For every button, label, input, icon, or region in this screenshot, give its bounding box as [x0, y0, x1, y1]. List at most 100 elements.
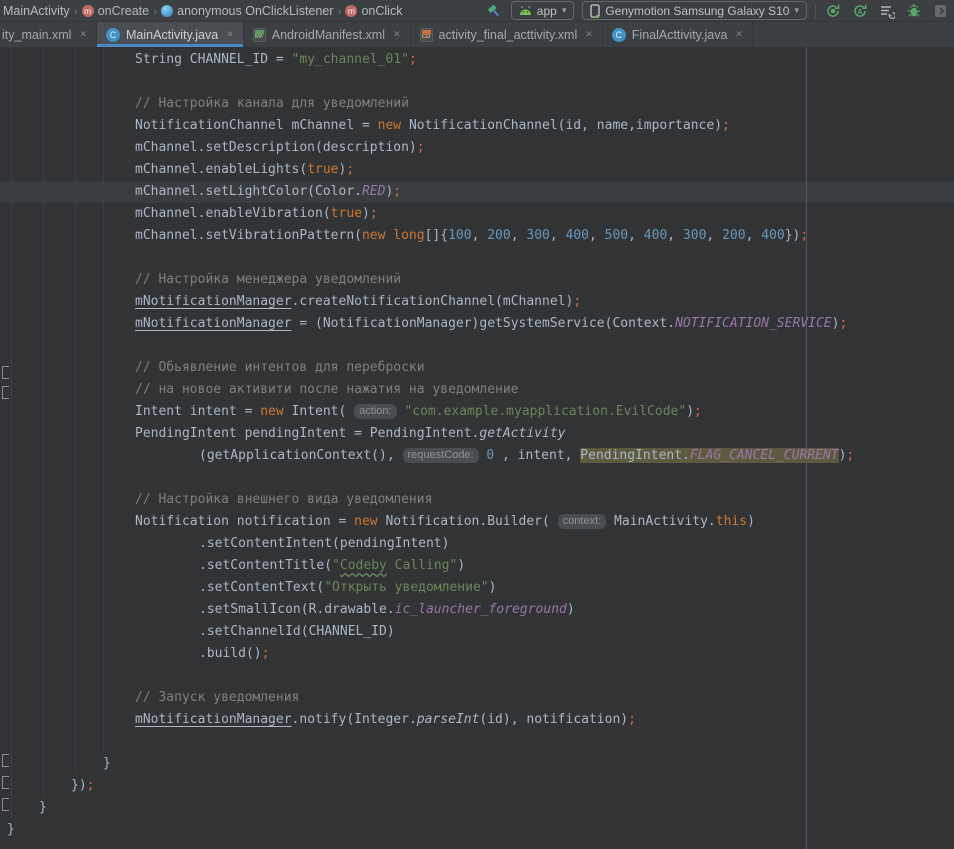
- device-selector[interactable]: Genymotion Samsung Galaxy S10 ▾: [582, 1, 807, 20]
- code-line[interactable]: // Настройка менеджера уведомлений: [135, 269, 401, 291]
- run-configuration-label: app: [537, 4, 557, 18]
- debug-button[interactable]: [905, 2, 923, 20]
- code-line[interactable]: (getApplicationContext(), requestCode: 0…: [199, 445, 854, 467]
- code-line[interactable]: mChannel.setDescription(description);: [135, 137, 425, 159]
- code-line[interactable]: // Обьявление интентов для переброски: [135, 357, 425, 379]
- close-icon[interactable]: ✕: [79, 29, 87, 40]
- code-line[interactable]: });: [71, 775, 94, 797]
- code-token: "Открыть уведомление": [324, 580, 488, 595]
- breadcrumb-label: anonymous OnClickListener: [177, 4, 333, 18]
- code-line[interactable]: // Запуск уведомления: [135, 687, 299, 709]
- indent-guide: [11, 47, 12, 819]
- close-icon[interactable]: ✕: [226, 29, 234, 40]
- java-class-icon: C: [612, 28, 626, 42]
- fold-marker-icon[interactable]: [2, 386, 9, 399]
- device-label: Genymotion Samsung Galaxy S10: [605, 4, 789, 18]
- close-icon[interactable]: ✕: [585, 29, 593, 40]
- code-line[interactable]: }: [39, 797, 47, 819]
- code-token: MainActivity.: [606, 514, 716, 529]
- tab-label: activity_final_acttivity.xml: [439, 28, 578, 42]
- code-token: ;: [370, 206, 378, 221]
- code-line[interactable]: .setContentText("Открыть уведомление"): [199, 577, 496, 599]
- code-token: true: [331, 206, 362, 221]
- code-token: // Настройка менеджера уведомлений: [135, 272, 401, 287]
- svg-text:A: A: [857, 7, 863, 16]
- parameter-hint: requestCode:: [403, 448, 479, 463]
- code-token: ;: [87, 778, 95, 793]
- code-token: .setSmallIcon(R.drawable.: [199, 602, 395, 617]
- apply-changes-button[interactable]: [824, 2, 842, 20]
- code-token: ": [332, 558, 340, 573]
- code-line[interactable]: .setSmallIcon(R.drawable.ic_launcher_for…: [199, 599, 575, 621]
- code-line[interactable]: // Настройка канала для уведомлений: [135, 93, 409, 115]
- code-line[interactable]: }: [7, 819, 15, 841]
- tab-androidmanifest-xml[interactable]: MF AndroidManifest.xml ✕: [244, 22, 411, 47]
- code-token: "com.example.myapplication.EvilCode": [404, 404, 686, 419]
- code-line[interactable]: NotificationChannel mChannel = new Notif…: [135, 115, 730, 137]
- layout-inspector-icon[interactable]: [878, 2, 896, 20]
- tab-finalacttivity-java[interactable]: C FinalActtivity.java ✕: [603, 22, 753, 47]
- code-token: new: [354, 514, 377, 529]
- tab-activity-main-xml[interactable]: ity_main.xml ✕: [0, 22, 97, 47]
- code-token: ;: [346, 162, 354, 177]
- code-line[interactable]: mChannel.setVibrationPattern(new long[]{…: [135, 225, 808, 247]
- code-line[interactable]: .setContentIntent(pendingIntent): [199, 533, 449, 555]
- code-line[interactable]: mNotificationManager.createNotificationC…: [135, 291, 581, 313]
- fold-marker-icon[interactable]: [2, 366, 9, 379]
- code-token: ;: [694, 404, 702, 419]
- fold-marker-icon[interactable]: [2, 754, 9, 767]
- code-token: ;: [839, 316, 847, 331]
- build-hammer-icon[interactable]: [485, 2, 503, 20]
- code-token: NotificationChannel mChannel =: [135, 118, 378, 133]
- run-configuration-selector[interactable]: app ▾: [511, 1, 575, 20]
- code-token: ): [362, 206, 370, 221]
- code-token: ;: [262, 646, 270, 661]
- code-line[interactable]: mChannel.setLightColor(Color.RED);: [135, 181, 401, 203]
- code-token: 400: [566, 228, 589, 243]
- code-editor[interactable]: String CHANNEL_ID = "my_channel_01"; // Н…: [0, 47, 954, 849]
- breadcrumb-class[interactable]: MainActivity: [3, 4, 70, 18]
- close-icon[interactable]: ✕: [735, 29, 743, 40]
- code-line[interactable]: PendingIntent pendingIntent = PendingInt…: [135, 423, 565, 445]
- code-token: // Настройка канала для уведомлений: [135, 96, 409, 111]
- code-line[interactable]: mNotificationManager = (NotificationMana…: [135, 313, 847, 335]
- tab-activity-final-acttivity-xml[interactable]: CD activity_final_acttivity.xml ✕: [411, 22, 603, 47]
- code-line[interactable]: mChannel.enableVibration(true);: [135, 203, 378, 225]
- tab-mainactivity-java[interactable]: C MainActivity.java ✕: [97, 22, 244, 47]
- breadcrumb-anonymous-class[interactable]: anonymous OnClickListener: [161, 4, 333, 18]
- code-line[interactable]: .build();: [199, 643, 269, 665]
- code-token: mChannel.setVibrationPattern(: [135, 228, 362, 243]
- code-token: ;: [417, 140, 425, 155]
- code-token: ): [457, 558, 465, 573]
- anonymous-class-icon: [161, 5, 173, 17]
- code-token: .setContentIntent(pendingIntent): [199, 536, 449, 551]
- code-line[interactable]: .setChannelId(CHANNEL_ID): [199, 621, 395, 643]
- code-token: ): [747, 514, 755, 529]
- code-token: mNotificationManager: [135, 712, 292, 727]
- fold-marker-icon[interactable]: [2, 798, 9, 811]
- code-token: 400: [761, 228, 784, 243]
- code-token: ,: [589, 228, 605, 243]
- code-line[interactable]: // Настройка внешнего вида уведомления: [135, 489, 432, 511]
- ide-window: MainActivity › m onCreate › anonymous On…: [0, 0, 954, 849]
- code-line[interactable]: String CHANNEL_ID = "my_channel_01";: [135, 49, 417, 71]
- profile-app-button[interactable]: [932, 2, 950, 20]
- code-line[interactable]: mChannel.enableLights(true);: [135, 159, 354, 181]
- code-line[interactable]: Intent intent = new Intent( action: "com…: [135, 401, 702, 423]
- apply-code-changes-button[interactable]: A: [851, 2, 869, 20]
- code-line[interactable]: }: [103, 753, 111, 775]
- fold-marker-icon[interactable]: [2, 776, 9, 789]
- code-token: Calling": [387, 558, 457, 573]
- toolbar-separator: [815, 4, 816, 18]
- code-line[interactable]: .setContentTitle("Codeby Calling"): [199, 555, 465, 577]
- breadcrumb-oncreate[interactable]: m onCreate: [82, 4, 149, 18]
- code-line[interactable]: Notification notification = new Notifica…: [135, 511, 755, 533]
- code-token: ;: [573, 294, 581, 309]
- code-token: ;: [722, 118, 730, 133]
- breadcrumb-onclick[interactable]: m onClick: [345, 4, 402, 18]
- code-line[interactable]: // на новое активити после нажатия на ув…: [135, 379, 519, 401]
- chevron-right-icon: ›: [153, 4, 157, 18]
- code-token: 100: [448, 228, 471, 243]
- code-line[interactable]: mNotificationManager.notify(Integer.pars…: [135, 709, 636, 731]
- close-icon[interactable]: ✕: [393, 29, 401, 40]
